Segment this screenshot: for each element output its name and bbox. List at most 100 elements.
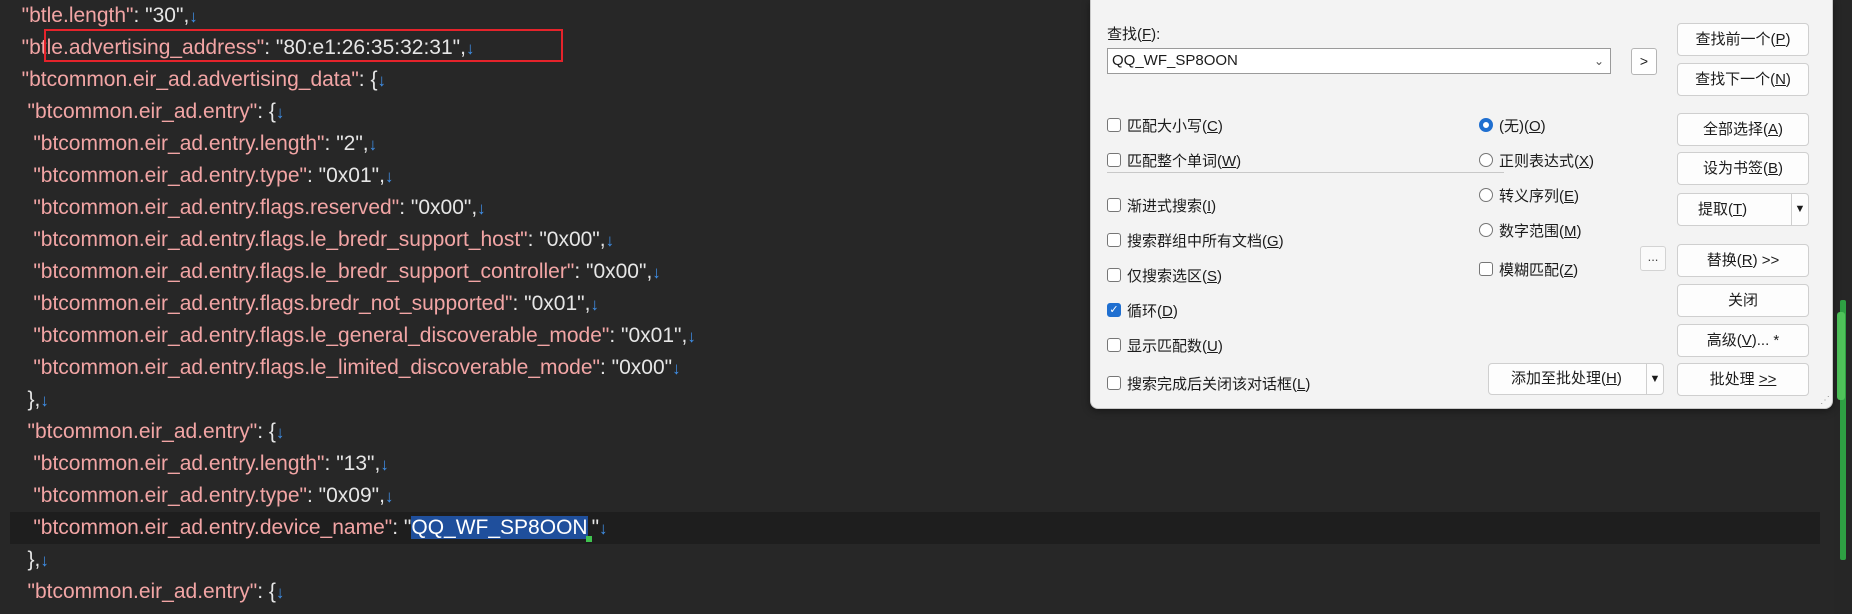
json-key: "btcommon.eir_ad.advertising_data": [21, 68, 359, 91]
code-line[interactable]: "btcommon.eir_ad.entry": {↓: [10, 576, 1820, 608]
label-text-end: ): [1778, 160, 1783, 177]
option-checkbox[interactable]: 匹配大小写(C): [1107, 115, 1223, 135]
label-text-end: ): [1778, 121, 1783, 138]
json-key: "btcommon.eir_ad.entry.flags.le_limited_…: [33, 356, 600, 379]
json-key: "btcommon.eir_ad.entry.flags.bredr_not_s…: [33, 292, 513, 315]
radio-label: 正则表达式(X): [1499, 150, 1594, 171]
option-checkbox[interactable]: ✓ 循环(D): [1107, 300, 1178, 320]
line-end-icon: ↓: [40, 551, 49, 570]
search-mode-radio[interactable]: 正则表达式(X): [1479, 150, 1594, 170]
json-key: "btle.length": [21, 4, 134, 27]
option-checkbox[interactable]: 搜索完成后关闭该对话框(L): [1107, 373, 1310, 393]
radio-circle[interactable]: [1479, 118, 1493, 132]
label-text-end: ): [1785, 71, 1791, 88]
option-checkbox[interactable]: 搜索群组中所有文档(G): [1107, 230, 1284, 250]
selected-text[interactable]: QQ_WF_SP8OON: [411, 516, 588, 539]
button-label: 查找下一个(N): [1695, 71, 1791, 88]
json-value: "0x01": [524, 292, 585, 315]
add-to-batch-button[interactable]: 添加至批处理(H) ▼: [1488, 363, 1664, 395]
dialog-button[interactable]: 提取(T) ▼: [1677, 193, 1809, 226]
line-end-icon: ↓: [368, 135, 378, 154]
label-text: 搜索完成后关闭该对话框(: [1127, 375, 1297, 393]
dialog-button[interactable]: 设为书签(B): [1677, 152, 1809, 185]
checkbox-label: 渐进式搜索(I): [1127, 195, 1216, 216]
checkbox-box[interactable]: [1107, 153, 1121, 167]
label-text-end: ): [1236, 152, 1242, 170]
checkbox-box[interactable]: [1107, 233, 1121, 247]
code-line[interactable]: "btcommon.eir_ad.entry.device_name": "QQ…: [10, 512, 1820, 544]
code-line[interactable]: "btcommon.eir_ad.entry.type": "0x09",↓: [10, 480, 1820, 512]
label-text: (无)(: [1499, 117, 1529, 135]
checkbox-box[interactable]: ✓: [1107, 303, 1121, 317]
json-key: "btcommon.eir_ad.entry": [27, 580, 258, 603]
radio-label: (无)(O): [1499, 115, 1546, 136]
json-separator: :: [392, 516, 404, 539]
label-text: 全部选择(: [1702, 121, 1768, 138]
radio-label: 转义序列(E): [1499, 185, 1579, 206]
code-line[interactable]: "btcommon.eir_ad.entry": {↓: [10, 416, 1820, 448]
label-hotkey: V: [1741, 332, 1752, 349]
json-value: "0x00": [539, 228, 600, 251]
label-text: 显示匹配数(: [1127, 337, 1207, 355]
line-end-icon: ↓: [599, 519, 608, 538]
option-checkbox[interactable]: 仅搜索选区(S): [1107, 265, 1222, 285]
button-label: 查找前一个(P): [1695, 31, 1790, 48]
search-mode-radio[interactable]: (无)(O): [1479, 115, 1546, 135]
label-text-end: ): [1172, 302, 1178, 320]
fuzzy-match-checkbox[interactable]: 模糊匹配(Z): [1479, 259, 1578, 279]
radio-circle[interactable]: [1479, 153, 1493, 167]
checkbox-box[interactable]: [1107, 376, 1121, 390]
line-end-icon: ↓: [275, 103, 285, 122]
option-checkbox[interactable]: 匹配整个单词(W): [1107, 150, 1241, 170]
json-key: "btcommon.eir_ad.entry": [27, 420, 258, 443]
line-end-icon: ↓: [275, 583, 285, 602]
scrollbar-thumb[interactable]: [1837, 312, 1845, 400]
dialog-button[interactable]: 全部选择(A): [1677, 113, 1809, 146]
label-text: 匹配大小写(: [1127, 117, 1207, 135]
dialog-button[interactable]: 批处理 >>: [1677, 363, 1809, 396]
checkbox-box[interactable]: [1107, 198, 1121, 212]
search-mode-radio[interactable]: 转义序列(E): [1479, 185, 1579, 205]
dialog-button[interactable]: 查找下一个(N): [1677, 63, 1809, 96]
search-input[interactable]: QQ_WF_SP8OON ⌄: [1107, 48, 1611, 74]
dialog-button[interactable]: 高级(V)... *: [1677, 324, 1809, 357]
label-text: 匹配整个单词(: [1127, 152, 1222, 170]
resize-grip-icon[interactable]: ⋰: [1820, 395, 1830, 406]
checkbox-box[interactable]: [1107, 338, 1121, 352]
dialog-button[interactable]: 替换(R) >>: [1677, 244, 1809, 277]
code-line[interactable]: "btcommon.eir_ad.entry.length": "13",↓: [10, 448, 1820, 480]
label-text: 转义序列(: [1499, 187, 1564, 205]
line-end-icon: ↓: [605, 231, 615, 250]
radio-circle[interactable]: [1479, 223, 1493, 237]
checkbox-box[interactable]: [1107, 268, 1121, 282]
checkbox-box[interactable]: [1107, 118, 1121, 132]
label-hotkey: T: [1733, 201, 1743, 218]
chevron-down-icon[interactable]: ⌄: [1594, 49, 1604, 73]
json-key: "btcommon.eir_ad.entry": [27, 100, 258, 123]
dropdown-arrow-icon[interactable]: ▼: [1791, 194, 1808, 225]
find-dialog: 查找(F): QQ_WF_SP8OON ⌄ > 模糊匹配(Z) ... 添加至批…: [1090, 0, 1833, 409]
option-checkbox[interactable]: 渐进式搜索(I): [1107, 195, 1216, 215]
vertical-scrollbar[interactable]: [1834, 0, 1852, 614]
code-line[interactable]: },↓: [10, 544, 1820, 576]
dialog-button[interactable]: 关闭: [1677, 284, 1809, 317]
label-text-end: ): [1217, 117, 1223, 135]
expand-button[interactable]: >: [1631, 48, 1657, 75]
dialog-button[interactable]: 查找前一个(P): [1677, 23, 1809, 56]
ellipsis-button[interactable]: ...: [1640, 246, 1666, 271]
dropdown-arrow-icon[interactable]: ▼: [1646, 364, 1663, 394]
option-checkbox[interactable]: 显示匹配数(U): [1107, 335, 1223, 355]
label-hotkey: U: [1207, 337, 1218, 355]
radio-circle[interactable]: [1479, 188, 1493, 202]
json-key: "btcommon.eir_ad.entry.type": [33, 164, 307, 187]
checkbox-label: 循环(D): [1127, 300, 1178, 321]
label-text-end: ): [1217, 267, 1223, 285]
json-value: "0x01": [621, 324, 682, 347]
search-mode-radio[interactable]: 数字范围(M): [1479, 220, 1582, 240]
checkbox-box[interactable]: [1479, 262, 1493, 276]
